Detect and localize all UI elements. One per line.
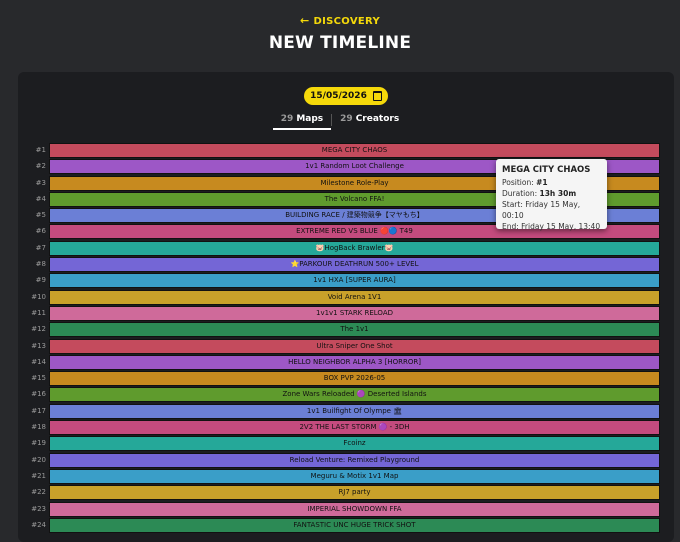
map-bar[interactable]: The 1v1 <box>49 322 660 338</box>
map-bar[interactable]: 1v1 Builfight Of Olympe 🏛 <box>49 403 660 419</box>
timeline-row: #19 Fcoinz <box>18 436 674 452</box>
timeline-row: #10 Void Arena 1V1 <box>18 289 674 306</box>
timeline-row: #7 🐷HogBack Brawler🐷 <box>18 240 674 257</box>
map-bar[interactable]: 1v1v1 STARK RELOAD <box>49 305 660 321</box>
map-bar[interactable]: Void Arena 1V1 <box>49 289 660 305</box>
back-link-label: DISCOVERY <box>313 16 380 27</box>
row-position: #3 <box>35 178 46 187</box>
timeline-row: #22 RJ7 party <box>18 485 674 501</box>
row-position: #4 <box>35 194 46 203</box>
timeline-row: #12 The 1v1 <box>18 322 674 338</box>
row-position: #2 <box>35 162 46 171</box>
map-bar[interactable]: 🐷HogBack Brawler🐷 <box>49 240 660 256</box>
discovery-back-link[interactable]: ← DISCOVERY <box>0 14 680 27</box>
row-position: #10 <box>31 292 46 301</box>
row-position: #11 <box>31 308 46 317</box>
tooltip-start: Start: Friday 15 May, 00:10 <box>502 200 581 220</box>
row-position: #9 <box>35 276 46 285</box>
map-bar[interactable]: HELLO NEIGHBOR ALPHA 3 [HORROR] <box>49 354 660 370</box>
tab-maps-count: 29 <box>280 114 294 124</box>
tab-creators[interactable]: 29 Creators <box>332 114 407 128</box>
timeline-row: #16 Zone Wars Reloaded 🟣 Deserted Islands <box>18 387 674 403</box>
arrow-left-icon: ← <box>300 14 310 27</box>
map-bar[interactable]: BOX PVP 2026-05 <box>49 371 660 387</box>
map-bar[interactable]: RJ7 party <box>49 485 660 501</box>
row-position: #20 <box>31 455 46 464</box>
tab-creators-count: 29 <box>340 114 353 124</box>
date-value: 15/05/2026 <box>310 91 367 101</box>
tooltip-end: End: Friday 15 May, 13:40 <box>502 222 601 231</box>
tab-creators-label: Creators <box>355 114 400 124</box>
map-bar[interactable]: Zone Wars Reloaded 🟣 Deserted Islands <box>49 387 660 403</box>
row-position: #23 <box>31 504 46 513</box>
map-bar[interactable]: Ultra Sniper One Shot <box>49 338 660 354</box>
view-tabs: 29 Maps 29 Creators <box>0 114 680 130</box>
timeline-row: #9 1v1 HXA [SUPER AURA] <box>18 273 674 289</box>
row-position: #6 <box>35 227 46 236</box>
row-position: #17 <box>31 406 46 415</box>
row-position: #21 <box>31 471 46 480</box>
timeline-row: #1 MEGA CITY CHAOS <box>18 143 674 159</box>
timeline-row: #24 FANTASTIC UNC HUGE TRICK SHOT <box>18 517 674 534</box>
row-position: #14 <box>31 357 46 366</box>
row-position: #12 <box>31 325 46 334</box>
row-position: #15 <box>31 374 46 383</box>
map-bar[interactable]: Reload Venture: Remixed Playground <box>49 452 660 468</box>
map-bar[interactable]: FANTASTIC UNC HUGE TRICK SHOT <box>49 517 660 533</box>
timeline-row: #15 BOX PVP 2026-05 <box>18 371 674 387</box>
row-position: #24 <box>31 520 46 529</box>
row-position: #1 <box>35 146 46 154</box>
row-position: #13 <box>31 341 46 350</box>
timeline-row: #13 Ultra Sniper One Shot <box>18 338 674 355</box>
timeline-row: #14 HELLO NEIGHBOR ALPHA 3 [HORROR] <box>18 354 674 371</box>
row-position: #5 <box>35 211 46 220</box>
map-tooltip: MEGA CITY CHAOS Position: #1 Duration: 1… <box>496 159 607 231</box>
timeline-row: #11 1v1v1 STARK RELOAD <box>18 305 674 322</box>
map-bar[interactable]: Meguru & Motix 1v1 Map <box>49 468 660 484</box>
tooltip-duration: Duration: 13h 30m <box>502 189 577 198</box>
tooltip-title: MEGA CITY CHAOS <box>502 165 591 175</box>
tooltip-position: Position: #1 <box>502 178 548 187</box>
map-bar[interactable]: ⭐PARKOUR DEATHRUN 500+ LEVEL <box>49 257 660 273</box>
page-title: NEW TIMELINE <box>268 33 412 53</box>
timeline-row: #18 2V2 THE LAST STORM 🟣 - 3DH <box>18 420 674 436</box>
row-position: #16 <box>31 390 46 399</box>
map-bar[interactable]: Fcoinz <box>49 436 660 452</box>
map-bar[interactable]: IMPERIAL SHOWDOWN FFA <box>49 501 660 517</box>
row-position: #18 <box>31 423 46 432</box>
tab-maps[interactable]: 29 Maps <box>272 114 332 130</box>
map-bar[interactable]: 1v1 HXA [SUPER AURA] <box>49 273 660 289</box>
timeline-row: #23 IMPERIAL SHOWDOWN FFA <box>18 501 674 518</box>
map-bar[interactable]: MEGA CITY CHAOS <box>49 143 660 158</box>
timeline-row: #17 1v1 Builfight Of Olympe 🏛 <box>18 403 674 420</box>
row-position: #8 <box>35 260 46 269</box>
timeline-row: #20 Reload Venture: Remixed Playground <box>18 452 674 469</box>
timeline-row: #21 Meguru & Motix 1v1 Map <box>18 468 674 485</box>
row-position: #19 <box>31 439 46 448</box>
tab-maps-label: Maps <box>296 114 324 124</box>
timeline-row: #8 ⭐PARKOUR DEATHRUN 500+ LEVEL <box>18 257 674 273</box>
map-bar[interactable]: 2V2 THE LAST STORM 🟣 - 3DH <box>49 420 660 436</box>
date-picker-button[interactable]: 15/05/2026 <box>304 87 388 105</box>
row-position: #22 <box>31 488 46 497</box>
row-position: #7 <box>35 243 46 252</box>
calendar-icon <box>372 91 382 101</box>
